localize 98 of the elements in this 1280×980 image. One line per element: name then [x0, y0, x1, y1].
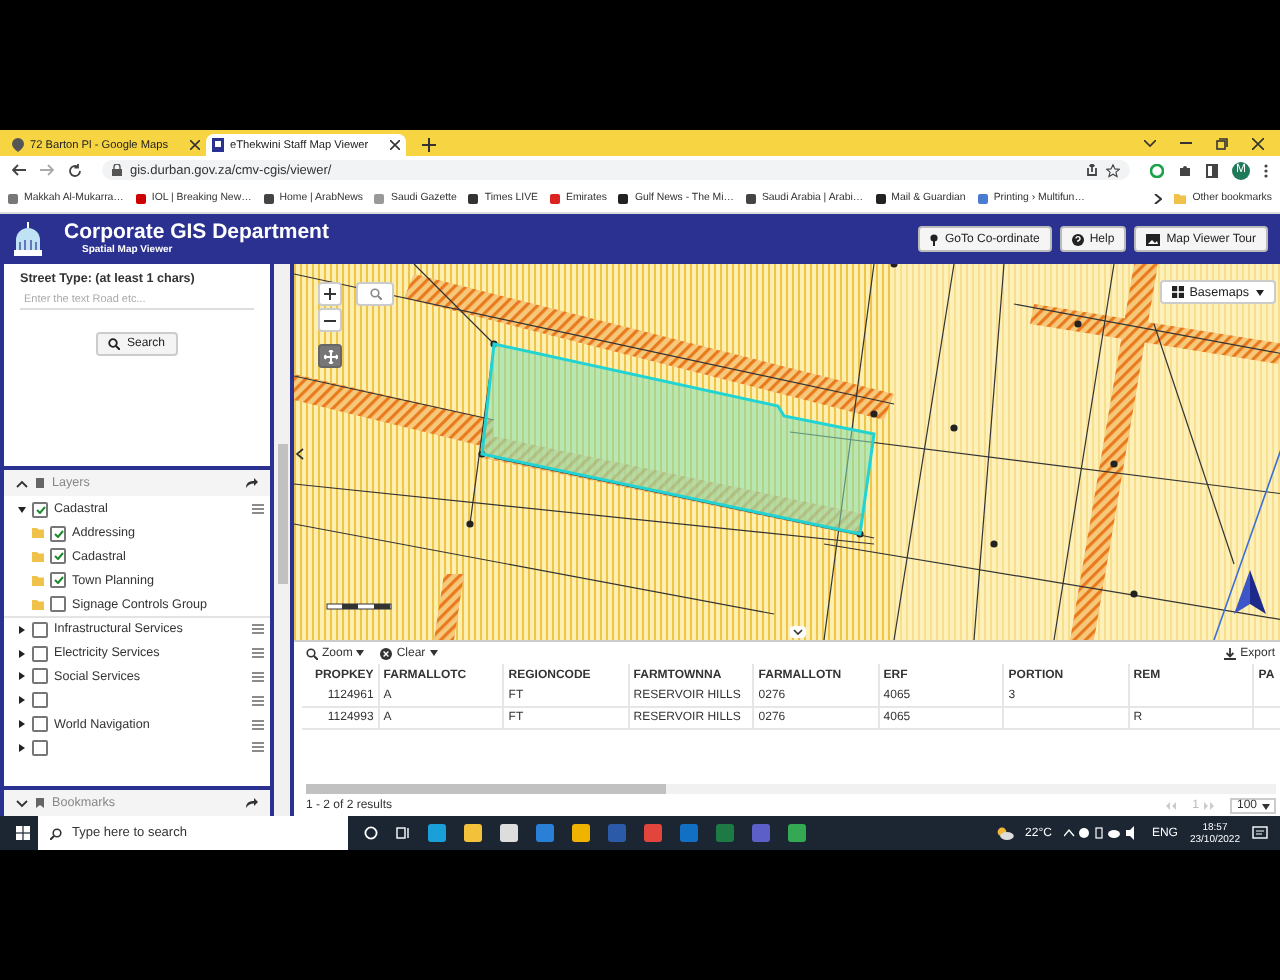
menu-icon[interactable] [252, 695, 264, 706]
search-icon [50, 827, 62, 839]
check-icon [53, 529, 63, 538]
close-icon[interactable] [390, 140, 400, 150]
caret-down-icon [1255, 289, 1263, 295]
site-favicon-icon [618, 193, 629, 203]
site-favicon-icon [135, 193, 146, 203]
zoom-magnifier-icon [306, 647, 318, 659]
menu-icon[interactable] [252, 671, 264, 682]
menu-icon[interactable] [252, 504, 264, 515]
site-favicon-icon [977, 193, 988, 203]
checkbox[interactable] [32, 668, 48, 685]
minus-icon [324, 319, 336, 321]
zoom-in-button[interactable] [318, 282, 342, 306]
caret-right-icon[interactable] [18, 743, 26, 752]
new-tab-icon[interactable] [422, 138, 436, 152]
caret-right-icon[interactable] [18, 696, 26, 705]
checkbox[interactable] [32, 621, 48, 638]
caret-right-icon[interactable] [18, 649, 26, 658]
site-favicon-icon [8, 193, 18, 203]
checkbox[interactable] [50, 596, 66, 613]
site-favicon-icon [374, 193, 385, 203]
clear-circle-icon [380, 647, 393, 659]
caret-down-icon [429, 650, 438, 656]
north-arrow-icon [1234, 570, 1266, 614]
checkbox[interactable] [32, 645, 48, 662]
notification-icon[interactable] [1252, 826, 1268, 840]
share-arrow-icon[interactable] [246, 478, 258, 488]
restore-icon[interactable] [1216, 137, 1228, 149]
close-icon[interactable] [190, 140, 200, 150]
picture-icon [1146, 233, 1161, 245]
app-title: Corporate GIS Department [64, 222, 329, 244]
caret-right-icon[interactable] [18, 625, 26, 634]
grid-icon [1171, 286, 1184, 298]
share-arrow-icon[interactable] [246, 798, 258, 808]
menu-icon[interactable] [252, 719, 264, 730]
forward-arrow-icon[interactable] [40, 164, 54, 176]
bookmark-icon [36, 798, 44, 808]
zoom-out-button[interactable] [318, 308, 342, 332]
checkbox[interactable] [50, 572, 66, 589]
weather-cloud-icon [995, 826, 1014, 840]
check-icon [35, 505, 45, 514]
caret-right-icon[interactable] [18, 672, 26, 681]
task-view-icon[interactable] [396, 826, 410, 840]
site-favicon-icon [263, 193, 274, 203]
plus-icon [324, 288, 336, 300]
site-favicon-icon [468, 193, 479, 203]
pan-button[interactable] [318, 344, 342, 368]
folder-icon [32, 599, 44, 610]
map-pin-icon [12, 138, 24, 152]
search-icon [108, 338, 121, 350]
caret-down-icon [1261, 803, 1269, 809]
horizontal-scrollbar[interactable] [306, 784, 1275, 794]
layers-stack-icon [36, 478, 44, 488]
move-arrows-icon [323, 349, 337, 363]
back-arrow-icon[interactable] [12, 164, 26, 176]
menu-icon[interactable] [252, 648, 264, 659]
lock-icon [112, 164, 122, 176]
site-favicon-icon [745, 193, 756, 203]
circle-icon[interactable] [364, 826, 378, 840]
expand-chevron-icon[interactable] [790, 626, 806, 638]
folder-icon [1174, 193, 1187, 203]
page-icon [212, 138, 224, 152]
check-icon [53, 576, 63, 585]
chevron-down-icon[interactable] [16, 799, 28, 807]
checkbox[interactable] [32, 501, 48, 518]
checkbox[interactable] [32, 739, 48, 756]
download-icon [1224, 647, 1237, 659]
map-drawing[interactable] [294, 264, 1280, 640]
checkbox[interactable] [32, 716, 48, 733]
caret-right-icon[interactable] [18, 720, 26, 729]
folder-icon [32, 575, 44, 586]
search-icon [369, 288, 381, 300]
sidebar-icon[interactable] [1206, 163, 1218, 177]
reload-icon[interactable] [68, 163, 82, 177]
site-favicon-icon [550, 193, 560, 203]
chevron-right-icon[interactable] [1154, 193, 1163, 203]
dome-logo-icon [12, 220, 44, 258]
site-favicon-icon [875, 193, 886, 203]
caret-down-icon [356, 650, 365, 656]
close-icon[interactable] [1252, 137, 1264, 149]
checkbox[interactable] [50, 548, 66, 565]
menu-icon[interactable] [252, 624, 264, 635]
checkbox[interactable] [32, 692, 48, 709]
checkbox[interactable] [50, 525, 66, 542]
search-button[interactable] [356, 282, 394, 306]
check-icon [53, 552, 63, 561]
pin-icon [930, 233, 939, 245]
help-circle-icon [1071, 233, 1084, 245]
star-icon[interactable] [1106, 163, 1120, 177]
chevron-up-icon[interactable] [16, 479, 28, 487]
menu-icon[interactable] [252, 742, 264, 753]
caret-down-icon[interactable] [18, 505, 26, 514]
tray-icons-drawing[interactable] [1063, 826, 1140, 840]
scrollbar[interactable] [274, 264, 290, 816]
windows-logo-icon[interactable] [16, 826, 30, 840]
share-icon[interactable] [1086, 164, 1098, 176]
chevron-down-icon[interactable] [1144, 139, 1156, 147]
